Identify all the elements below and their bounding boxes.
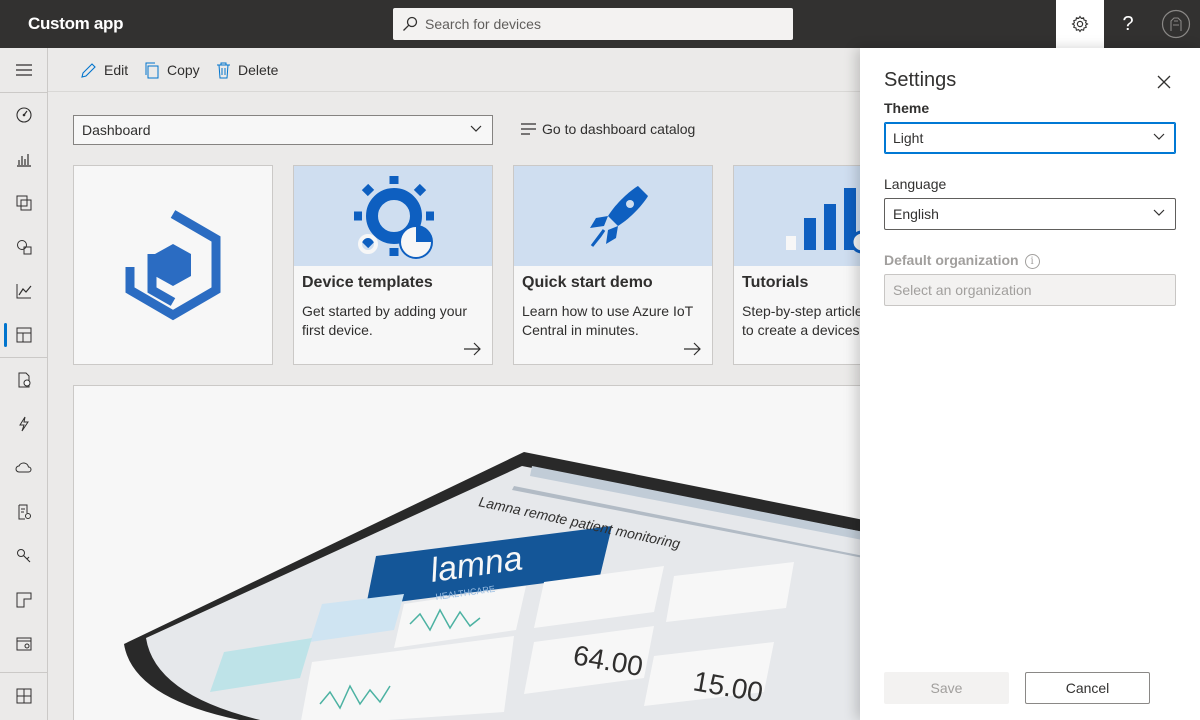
app-title[interactable]: Custom app bbox=[28, 14, 124, 34]
language-label: Language bbox=[884, 176, 947, 192]
search-input[interactable] bbox=[425, 8, 785, 40]
close-icon[interactable] bbox=[1155, 73, 1173, 91]
info-icon[interactable]: i bbox=[1024, 254, 1040, 269]
default-org-label-row: Default organization i bbox=[884, 252, 1040, 269]
theme-label: Theme bbox=[884, 100, 930, 116]
settings-panel: Settings Theme Light Language English De… bbox=[860, 48, 1200, 720]
chevron-down-icon bbox=[1153, 209, 1165, 216]
theme-dropdown-value: Light bbox=[893, 130, 924, 146]
help-button[interactable]: ? bbox=[1104, 0, 1152, 48]
modal-overlay[interactable] bbox=[0, 48, 860, 720]
account-button[interactable] bbox=[1152, 0, 1200, 48]
organization-placeholder: Select an organization bbox=[893, 282, 1032, 298]
chevron-down-icon bbox=[1153, 133, 1165, 140]
cancel-button[interactable]: Cancel bbox=[1025, 672, 1150, 704]
save-button[interactable]: Save bbox=[884, 672, 1009, 704]
language-dropdown-value: English bbox=[893, 206, 939, 222]
default-org-label: Default organization bbox=[884, 252, 1019, 268]
language-dropdown[interactable]: English bbox=[884, 198, 1176, 230]
gear-icon bbox=[1071, 15, 1089, 33]
search-box[interactable] bbox=[393, 8, 793, 40]
panel-title: Settings bbox=[884, 69, 957, 91]
avatar-icon bbox=[1161, 9, 1191, 39]
top-bar: Custom app ? bbox=[0, 0, 1200, 48]
settings-button[interactable] bbox=[1056, 0, 1104, 48]
theme-dropdown[interactable]: Light bbox=[884, 122, 1176, 154]
search-icon bbox=[403, 16, 418, 31]
organization-dropdown: Select an organization bbox=[884, 274, 1176, 306]
